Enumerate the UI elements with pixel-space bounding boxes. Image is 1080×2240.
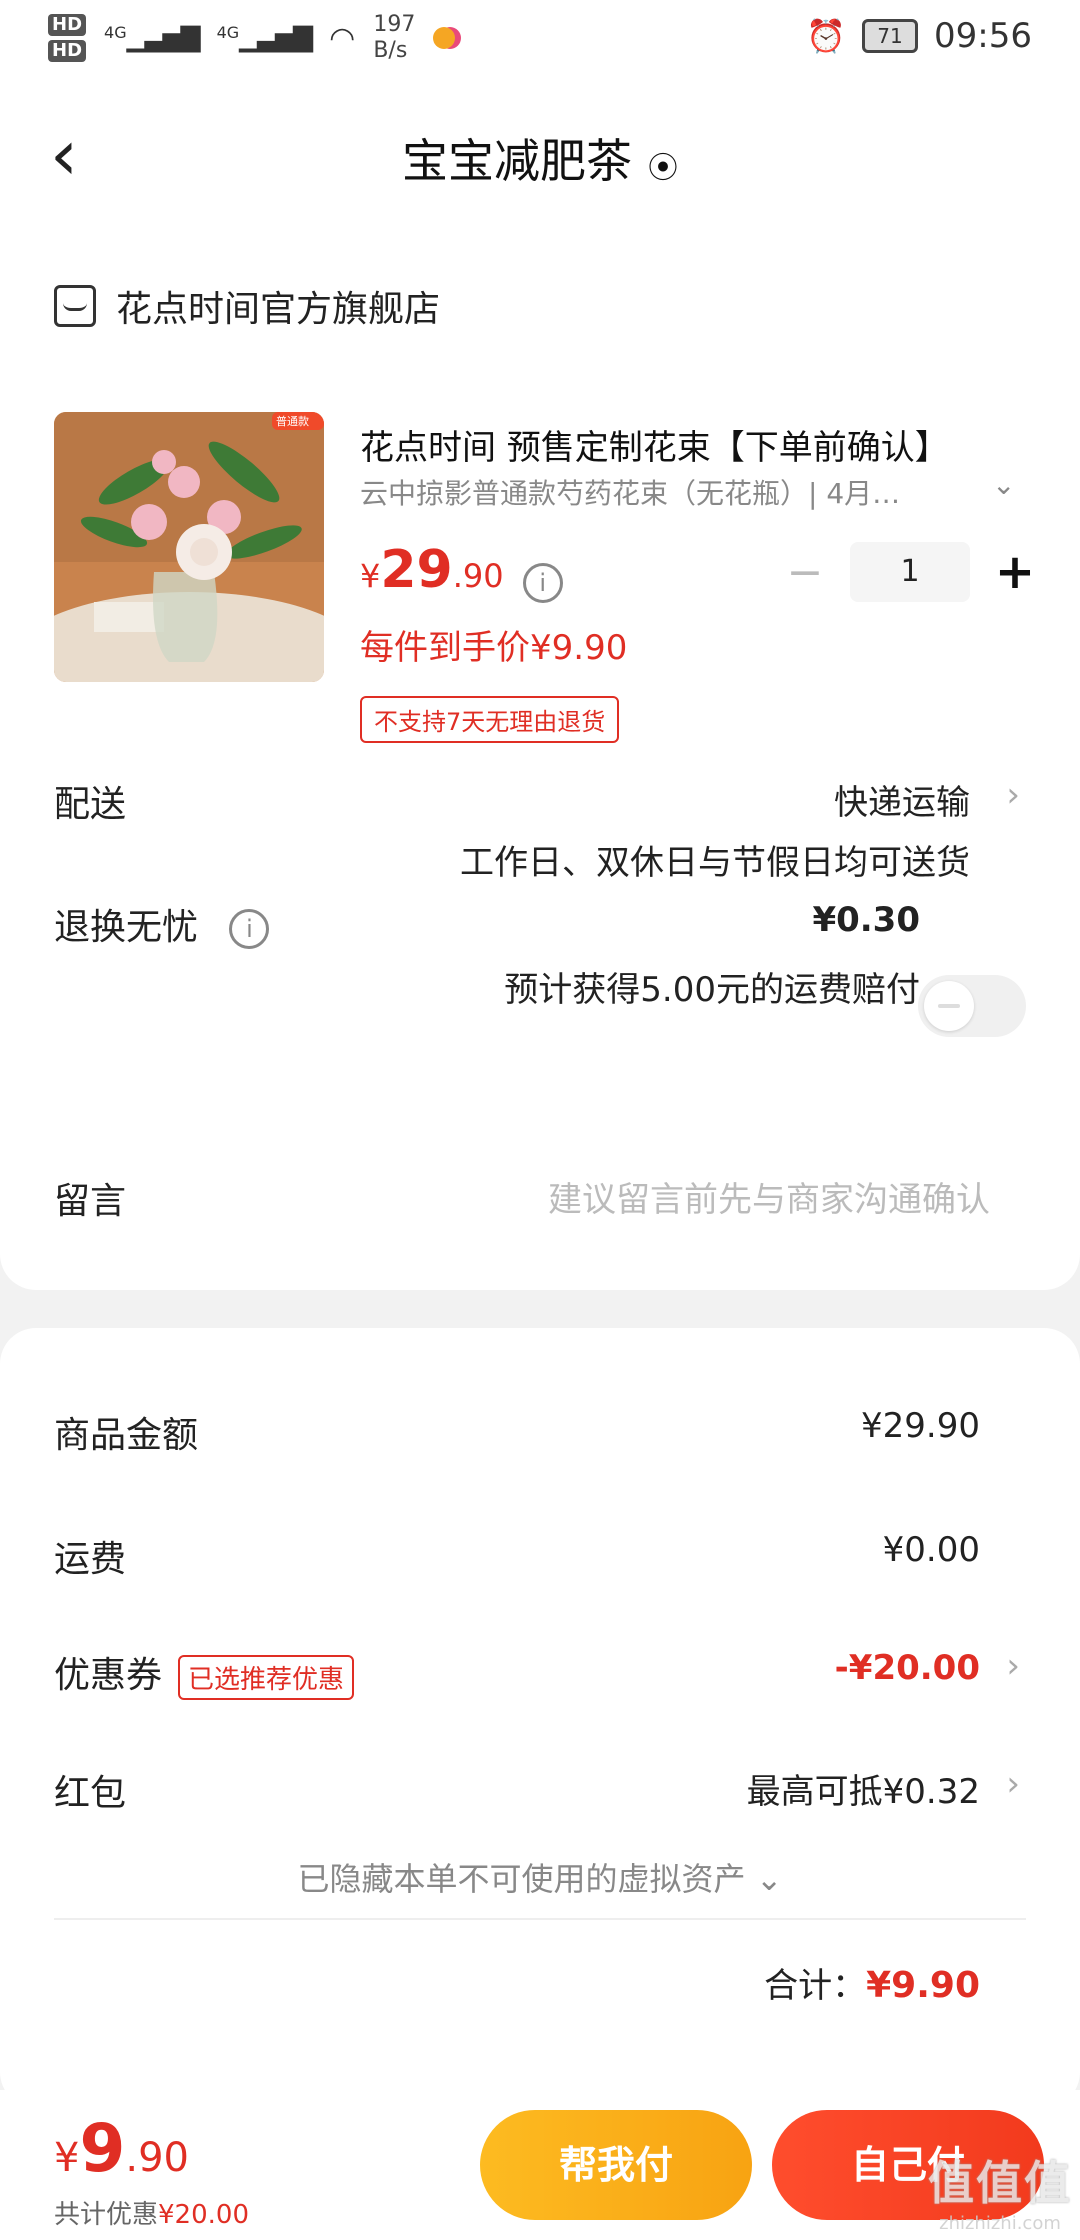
return-insurance-note: 预计获得5.00元的运费赔付 bbox=[504, 970, 920, 1010]
hd-2-label: HD bbox=[48, 40, 87, 62]
coupon-row[interactable]: 优惠券 已选推荐优惠 bbox=[54, 1646, 355, 1700]
coupon-badge: 已选推荐优惠 bbox=[178, 1654, 355, 1700]
return-insurance-label: 退换无忧 bbox=[54, 907, 199, 948]
page-title[interactable]: 宝宝减肥茶 ⦿ bbox=[0, 125, 1080, 191]
order-card: 花点时间官方旗舰店 普通款 花点时间 预售定制花束【下单前确认】 云中掠影普通款… bbox=[0, 210, 1080, 1290]
chevron-down-icon[interactable]: ⌄ bbox=[992, 468, 1015, 501]
product-price: ¥29.90 i bbox=[360, 540, 563, 603]
return-insurance-price: ¥0.30 bbox=[812, 900, 920, 940]
quantity-stepper: − 1 + bbox=[780, 542, 1040, 602]
shop-header[interactable]: 花点时间官方旗舰店 bbox=[54, 280, 440, 332]
remark-label: 留言 bbox=[54, 1181, 127, 1222]
delivery-method[interactable]: 快递运输 bbox=[834, 775, 970, 824]
remark-input[interactable]: 建议留言前先与商家沟通确认 bbox=[548, 1172, 990, 1221]
quantity-field[interactable]: 1 bbox=[850, 542, 970, 602]
info-icon[interactable]: i bbox=[522, 562, 563, 603]
increase-button[interactable]: + bbox=[990, 544, 1040, 600]
coupon-label: 优惠券 bbox=[54, 1655, 163, 1696]
hidden-assets-toggle[interactable]: 已隐藏本单不可使用的虚拟资产 ⌄ bbox=[0, 1854, 1080, 1900]
hd-1-label: HD bbox=[48, 14, 87, 36]
total-label: 合计： bbox=[764, 1966, 867, 2006]
product-badge: 普通款 bbox=[276, 415, 309, 428]
total: 合计：¥9.90 bbox=[764, 1958, 980, 2007]
delivery-label: 配送 bbox=[54, 784, 127, 825]
network-speed: 197 B/s bbox=[373, 12, 416, 63]
location-pin-icon: ⦿ bbox=[648, 150, 678, 186]
delivery-note: 工作日、双休日与节假日均可送货 bbox=[460, 843, 970, 883]
goods-amount-value: ¥29.90 bbox=[861, 1406, 980, 1446]
app-notification-icon bbox=[433, 27, 456, 49]
product-title[interactable]: 花点时间 预售定制花束【下单前确认】 bbox=[360, 420, 990, 469]
footer-discount: 共计优惠¥20.00 bbox=[54, 2200, 249, 2230]
return-insurance-toggle[interactable] bbox=[918, 975, 1026, 1037]
checkout-bar: ¥9.90 共计优惠¥20.00 帮我付 自己付 值值值 zhizhizhi.c… bbox=[0, 2090, 1080, 2240]
footer-price: ¥9.90 bbox=[54, 2110, 190, 2187]
shipping-label: 运费 bbox=[54, 1539, 127, 1580]
shop-name: 花点时间官方旗舰店 bbox=[116, 289, 441, 330]
chevron-right-icon[interactable]: › bbox=[1006, 1764, 1020, 1804]
help-pay-button[interactable]: 帮我付 bbox=[480, 2110, 752, 2220]
chevron-right-icon[interactable]: › bbox=[1006, 1646, 1020, 1686]
nav-bar: ‹ 宝宝减肥茶 ⦿ bbox=[0, 80, 1080, 230]
coupon-value[interactable]: -¥20.00 bbox=[835, 1648, 980, 1688]
hd-indicator: HD HD bbox=[48, 14, 87, 62]
redpacket-value[interactable]: 最高可抵¥0.32 bbox=[747, 1764, 980, 1813]
summary-card: 商品金额 ¥29.90 运费 ¥0.00 优惠券 已选推荐优惠 -¥20.00 ›… bbox=[0, 1328, 1080, 2108]
clock: 09:56 bbox=[934, 16, 1032, 56]
redpacket-label: 红包 bbox=[54, 1773, 127, 1814]
shop-icon bbox=[54, 285, 96, 327]
status-bar: HD HD 4G▁▃▅▇ 4G▁▃▅▇ ◠ 197 B/s ⏰ 71 09:56 bbox=[0, 0, 1080, 80]
no-return-badge: 不支持7天无理由退货 bbox=[360, 696, 620, 743]
return-insurance-row: 退换无忧 i bbox=[54, 898, 270, 950]
chevron-down-icon: ⌄ bbox=[745, 1860, 783, 1898]
signal-2-icon: 4G▁▃▅▇ bbox=[216, 23, 314, 53]
product-spec[interactable]: 云中掠影普通款芍药花束（无花瓶）| 4月… bbox=[360, 472, 930, 512]
shipping-value: ¥0.00 bbox=[882, 1530, 980, 1570]
chevron-right-icon[interactable]: › bbox=[1006, 775, 1020, 815]
divider bbox=[54, 1918, 1026, 1920]
watermark: 值值值 zhizhizhi.com bbox=[928, 2156, 1072, 2234]
product-image[interactable]: 普通款 bbox=[54, 412, 324, 682]
wifi-icon: ◠ bbox=[329, 20, 356, 56]
signal-1-icon: 4G▁▃▅▇ bbox=[104, 23, 201, 53]
total-value: ¥9.90 bbox=[866, 1965, 980, 2006]
goods-amount-label: 商品金额 bbox=[54, 1415, 199, 1456]
info-icon[interactable]: i bbox=[229, 909, 270, 949]
hand-price: 每件到手价¥9.90 bbox=[360, 628, 628, 668]
decrease-button[interactable]: − bbox=[780, 547, 830, 598]
battery-icon: 71 bbox=[862, 19, 919, 53]
alarm-icon: ⏰ bbox=[806, 17, 847, 55]
